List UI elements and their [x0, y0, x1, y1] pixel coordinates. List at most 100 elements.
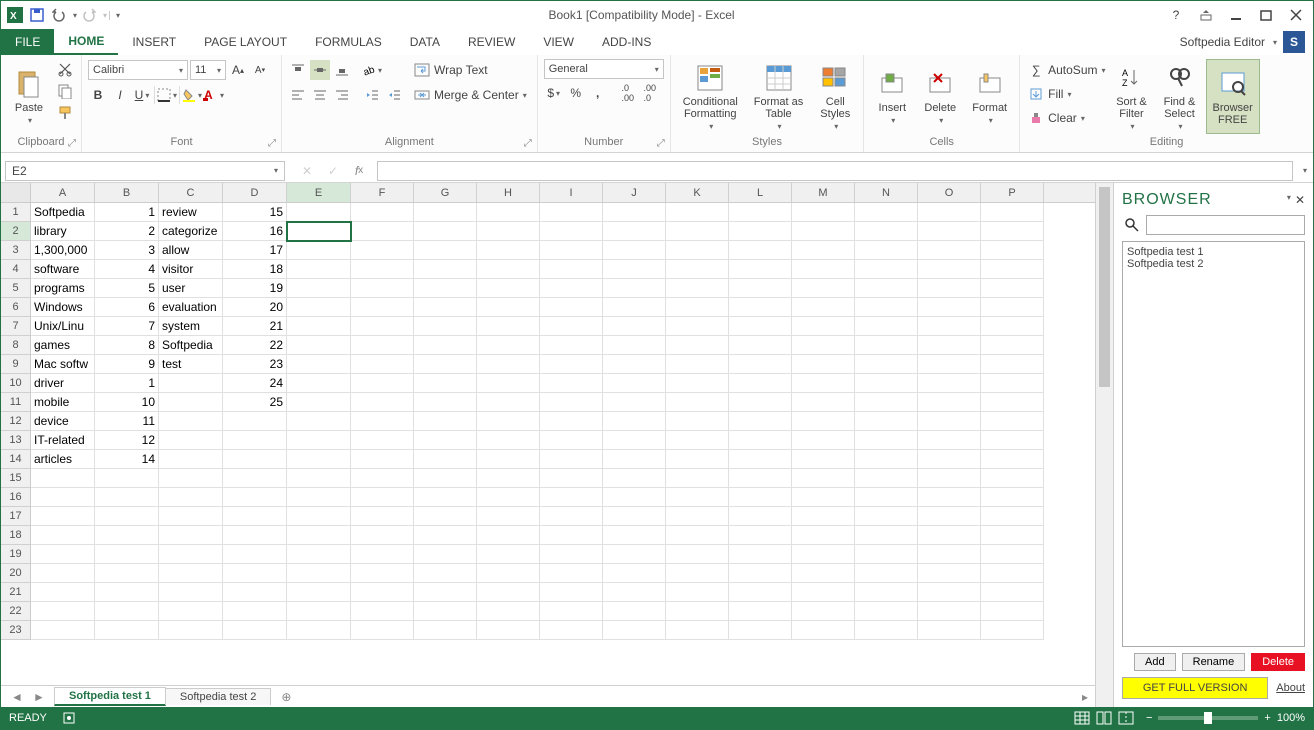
- about-link[interactable]: About: [1276, 682, 1305, 694]
- rename-button[interactable]: Rename: [1182, 653, 1246, 671]
- row-header[interactable]: 23: [1, 621, 31, 640]
- cell[interactable]: 1: [95, 203, 159, 222]
- column-header[interactable]: M: [792, 183, 855, 202]
- row-header[interactable]: 9: [1, 355, 31, 374]
- cell[interactable]: [287, 412, 351, 431]
- cell[interactable]: [95, 621, 159, 640]
- cell[interactable]: [159, 621, 223, 640]
- cell[interactable]: [666, 621, 729, 640]
- cell[interactable]: [666, 374, 729, 393]
- font-launcher-icon[interactable]: ⤢: [265, 136, 279, 150]
- cell[interactable]: [95, 488, 159, 507]
- cell[interactable]: [792, 374, 855, 393]
- cell[interactable]: [981, 621, 1044, 640]
- cell[interactable]: [540, 431, 603, 450]
- cell[interactable]: [414, 279, 477, 298]
- cell[interactable]: [981, 507, 1044, 526]
- grid-body[interactable]: 1Softpedia1review152library2categorize16…: [1, 203, 1095, 685]
- cell[interactable]: [981, 222, 1044, 241]
- cell[interactable]: [414, 203, 477, 222]
- cell[interactable]: [981, 469, 1044, 488]
- fill-color-icon[interactable]: ▾: [182, 85, 202, 105]
- account-menu[interactable]: Softpedia Editor ▾ S: [1180, 29, 1313, 55]
- cell[interactable]: [477, 469, 540, 488]
- cell[interactable]: [287, 393, 351, 412]
- paste-button[interactable]: Paste▾: [7, 59, 51, 134]
- sheet-nav-prev-icon[interactable]: ◄: [7, 687, 27, 707]
- cell[interactable]: [918, 336, 981, 355]
- cell[interactable]: [603, 279, 666, 298]
- zoom-in-icon[interactable]: +: [1264, 712, 1270, 724]
- column-header[interactable]: L: [729, 183, 792, 202]
- cell[interactable]: [477, 412, 540, 431]
- cell[interactable]: [477, 431, 540, 450]
- cell[interactable]: user: [159, 279, 223, 298]
- cell[interactable]: [666, 412, 729, 431]
- cell[interactable]: [918, 431, 981, 450]
- cell[interactable]: [918, 203, 981, 222]
- cell[interactable]: 7: [95, 317, 159, 336]
- tab-file[interactable]: FILE: [1, 29, 54, 55]
- cell[interactable]: 17: [223, 241, 287, 260]
- cell[interactable]: [540, 222, 603, 241]
- cell[interactable]: [477, 488, 540, 507]
- cell[interactable]: [981, 450, 1044, 469]
- cell[interactable]: [603, 374, 666, 393]
- pane-list[interactable]: Softpedia test 1 Softpedia test 2: [1122, 241, 1305, 647]
- cell[interactable]: system: [159, 317, 223, 336]
- tab-view[interactable]: VIEW: [529, 29, 588, 55]
- cell[interactable]: [981, 564, 1044, 583]
- cell[interactable]: 21: [223, 317, 287, 336]
- cell[interactable]: 11: [95, 412, 159, 431]
- wrap-text-button[interactable]: Wrap Text: [408, 59, 531, 81]
- cell[interactable]: 2: [95, 222, 159, 241]
- redo-icon[interactable]: [79, 5, 99, 25]
- cell[interactable]: [918, 393, 981, 412]
- cell[interactable]: [159, 469, 223, 488]
- cell[interactable]: [95, 583, 159, 602]
- cell[interactable]: [792, 602, 855, 621]
- tab-formulas[interactable]: FORMULAS: [301, 29, 396, 55]
- cell[interactable]: 12: [95, 431, 159, 450]
- cell[interactable]: [351, 583, 414, 602]
- cell[interactable]: [414, 241, 477, 260]
- cell[interactable]: [918, 564, 981, 583]
- cell[interactable]: 1: [95, 374, 159, 393]
- cell[interactable]: [603, 526, 666, 545]
- cell[interactable]: [918, 488, 981, 507]
- cell[interactable]: Unix/Linu: [31, 317, 95, 336]
- row-header[interactable]: 21: [1, 583, 31, 602]
- format-as-table-button[interactable]: Format as Table▾: [748, 59, 810, 134]
- get-full-version-button[interactable]: GET FULL VERSION: [1122, 677, 1268, 699]
- cell[interactable]: [95, 545, 159, 564]
- cell[interactable]: [855, 374, 918, 393]
- cell[interactable]: [981, 203, 1044, 222]
- cell[interactable]: [666, 431, 729, 450]
- cell[interactable]: [351, 298, 414, 317]
- autosum-button[interactable]: ∑AutoSum▾: [1026, 59, 1105, 81]
- cell[interactable]: [855, 583, 918, 602]
- cell[interactable]: [792, 355, 855, 374]
- cell[interactable]: [287, 222, 351, 241]
- cell[interactable]: [855, 450, 918, 469]
- cell[interactable]: [666, 355, 729, 374]
- cell[interactable]: [855, 203, 918, 222]
- zoom-level[interactable]: 100%: [1277, 712, 1305, 724]
- cell[interactable]: [981, 488, 1044, 507]
- cell[interactable]: [855, 469, 918, 488]
- cell[interactable]: [31, 602, 95, 621]
- cell[interactable]: [603, 412, 666, 431]
- cell[interactable]: [603, 602, 666, 621]
- cell[interactable]: [477, 564, 540, 583]
- cell[interactable]: [31, 583, 95, 602]
- cell[interactable]: [540, 602, 603, 621]
- cell[interactable]: [477, 241, 540, 260]
- increase-decimal-icon[interactable]: .0.00: [618, 83, 638, 103]
- cell[interactable]: [792, 260, 855, 279]
- align-right-icon[interactable]: [332, 85, 352, 105]
- percent-icon[interactable]: %: [566, 83, 586, 103]
- tab-insert[interactable]: INSERT: [118, 29, 190, 55]
- zoom-out-icon[interactable]: −: [1146, 712, 1152, 724]
- qat-customize-icon[interactable]: ▾: [109, 11, 120, 20]
- cell[interactable]: [540, 412, 603, 431]
